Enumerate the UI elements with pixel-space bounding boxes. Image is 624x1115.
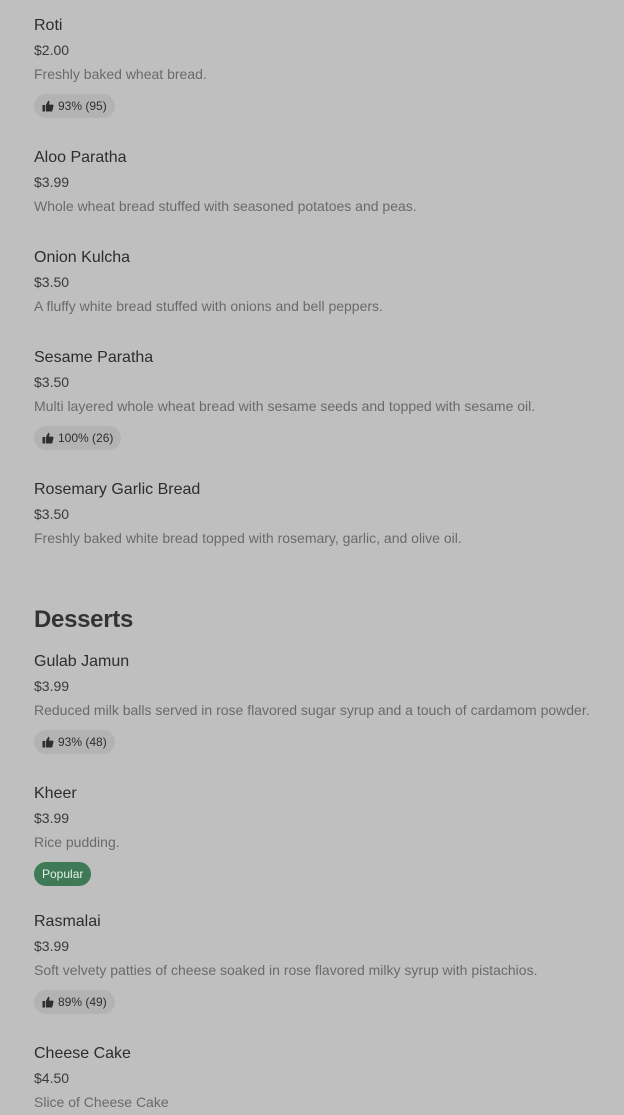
rating-badge: 89% (49) bbox=[34, 990, 115, 1014]
menu-item-price: $3.50 bbox=[34, 274, 70, 290]
menu-item-description: Whole wheat bread stuffed with seasoned … bbox=[34, 198, 417, 214]
menu-item-aloo-paratha[interactable]: Aloo Paratha $3.99 Whole wheat bread stu… bbox=[34, 148, 614, 220]
thumbs-up-icon bbox=[42, 432, 54, 444]
menu-item-gulab-jamun[interactable]: Gulab Jamun $3.99 Reduced milk balls ser… bbox=[34, 652, 614, 756]
menu-item-rasmalai[interactable]: Rasmalai $3.99 Soft velvety patties of c… bbox=[34, 912, 614, 1016]
rating-badge: 100% (26) bbox=[34, 426, 122, 450]
menu-item-price: $3.99 bbox=[34, 678, 70, 694]
menu-item-name: Gulab Jamun bbox=[34, 653, 130, 670]
menu-item-price: $3.99 bbox=[34, 938, 70, 954]
thumbs-up-icon bbox=[42, 996, 54, 1008]
menu-item-price: $4.50 bbox=[34, 1070, 70, 1086]
menu-item-name: Rosemary Garlic Bread bbox=[34, 481, 201, 498]
menu-item-price: $3.99 bbox=[34, 810, 70, 826]
thumbs-up-icon bbox=[42, 736, 54, 748]
menu-item-name: Cheese Cake bbox=[34, 1045, 131, 1062]
menu-item-name: Kheer bbox=[34, 785, 77, 802]
rating-badge: 93% (95) bbox=[34, 94, 115, 118]
menu-item-sesame-paratha[interactable]: Sesame Paratha $3.50 Multi layered whole… bbox=[34, 348, 614, 452]
thumbs-up-icon bbox=[42, 100, 54, 112]
menu-item-name: Roti bbox=[34, 17, 63, 34]
menu-item-kheer[interactable]: Kheer $3.99 Rice pudding. Popular bbox=[34, 784, 614, 888]
menu-item-description: Soft velvety patties of cheese soaked in… bbox=[34, 962, 538, 978]
rating-text: 100% (26) bbox=[58, 431, 114, 445]
menu-item-name: Aloo Paratha bbox=[34, 149, 127, 166]
menu-item-name: Sesame Paratha bbox=[34, 349, 154, 366]
menu-item-onion-kulcha[interactable]: Onion Kulcha $3.50 A fluffy white bread … bbox=[34, 248, 614, 320]
menu-item-description: Reduced milk balls served in rose flavor… bbox=[34, 702, 590, 718]
menu-item-price: $3.99 bbox=[34, 174, 70, 190]
rating-text: 89% (49) bbox=[58, 995, 107, 1009]
menu-item-description: Freshly baked wheat bread. bbox=[34, 66, 207, 82]
popular-badge: Popular bbox=[34, 862, 92, 886]
menu-item-rosemary-garlic-bread[interactable]: Rosemary Garlic Bread $3.50 Freshly bake… bbox=[34, 480, 614, 552]
rating-text: 93% (48) bbox=[58, 735, 107, 749]
menu-item-price: $3.50 bbox=[34, 506, 70, 522]
menu-item-name: Rasmalai bbox=[34, 913, 101, 930]
menu-item-price: $3.50 bbox=[34, 374, 70, 390]
menu-item-description: Rice pudding. bbox=[34, 834, 120, 850]
rating-text: 93% (95) bbox=[58, 99, 107, 113]
menu-item-name: Onion Kulcha bbox=[34, 249, 131, 266]
menu-item-description: Freshly baked white bread topped with ro… bbox=[34, 530, 462, 546]
rating-badge: 93% (48) bbox=[34, 730, 115, 754]
menu-item-price: $2.00 bbox=[34, 42, 70, 58]
menu-item-description: A fluffy white bread stuffed with onions… bbox=[34, 298, 383, 314]
menu-item-roti[interactable]: Roti $2.00 Freshly baked wheat bread. 93… bbox=[34, 16, 614, 120]
menu-item-description: Multi layered whole wheat bread with ses… bbox=[34, 398, 536, 414]
menu-item-description: Slice of Cheese Cake bbox=[34, 1094, 169, 1110]
section-title-desserts: Desserts bbox=[34, 606, 134, 633]
menu-item-cheese-cake[interactable]: Cheese Cake $4.50 Slice of Cheese Cake bbox=[34, 1044, 614, 1114]
